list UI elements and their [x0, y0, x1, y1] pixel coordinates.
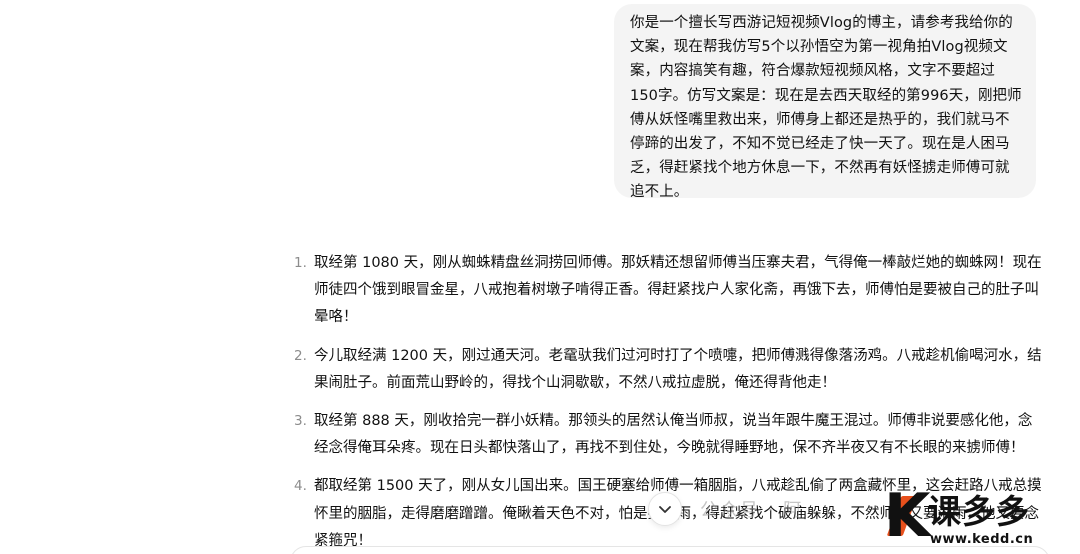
- list-item: 1. 取经第 1080 天，刚从蜘蛛精盘丝洞捞回师傅。那妖精还想留师傅当压寨夫君…: [294, 250, 1044, 332]
- user-message-text: 你是一个擅长写西游记短视频Vlog的博主，请参考我给你的文案，现在帮我仿写5个以…: [630, 15, 1022, 201]
- list-item: 3. 取经第 888 天，刚收拾完一群小妖精。那领头的居然认俺当师叔，说当年跟牛…: [294, 408, 1044, 462]
- logo-k-mark: K: [884, 481, 931, 551]
- list-item-text: 今儿取经满 1200 天，刚过通天河。老鼋驮我们过河时打了个喷嚏，把师傅溅得像落…: [314, 347, 1042, 391]
- logo-name: 课多多: [928, 492, 1030, 531]
- logo-site: www.kedd.cn: [930, 532, 1034, 547]
- list-item: 2. 今儿取经满 1200 天，刚过通天河。老鼋驮我们过河时打了个喷嚏，把师傅溅…: [294, 343, 1044, 397]
- kedd-logo: K 课多多 www.kedd.cn: [884, 481, 1080, 554]
- list-item-number: 2.: [294, 347, 307, 364]
- scroll-to-bottom-button[interactable]: [648, 492, 682, 526]
- chevron-down-icon: [659, 506, 671, 513]
- list-item-number: 1.: [294, 255, 307, 271]
- list-item-number: 4.: [294, 478, 307, 495]
- user-message-bubble: 你是一个擅长写西游记短视频Vlog的博主，请参考我给你的文案，现在帮我仿写5个以…: [614, 4, 1036, 200]
- list-item-number: 3.: [294, 413, 307, 430]
- public-account-watermark: 公众号 · 阿: [700, 500, 804, 521]
- list-item-text: 取经第 888 天，刚收拾完一群小妖精。那领头的居然认俺当师叔，说当年跟牛魔王混…: [314, 413, 1033, 457]
- list-item-text: 取经第 1080 天，刚从蜘蛛精盘丝洞捞回师傅。那妖精还想留师傅当压寨夫君，气得…: [314, 255, 1042, 326]
